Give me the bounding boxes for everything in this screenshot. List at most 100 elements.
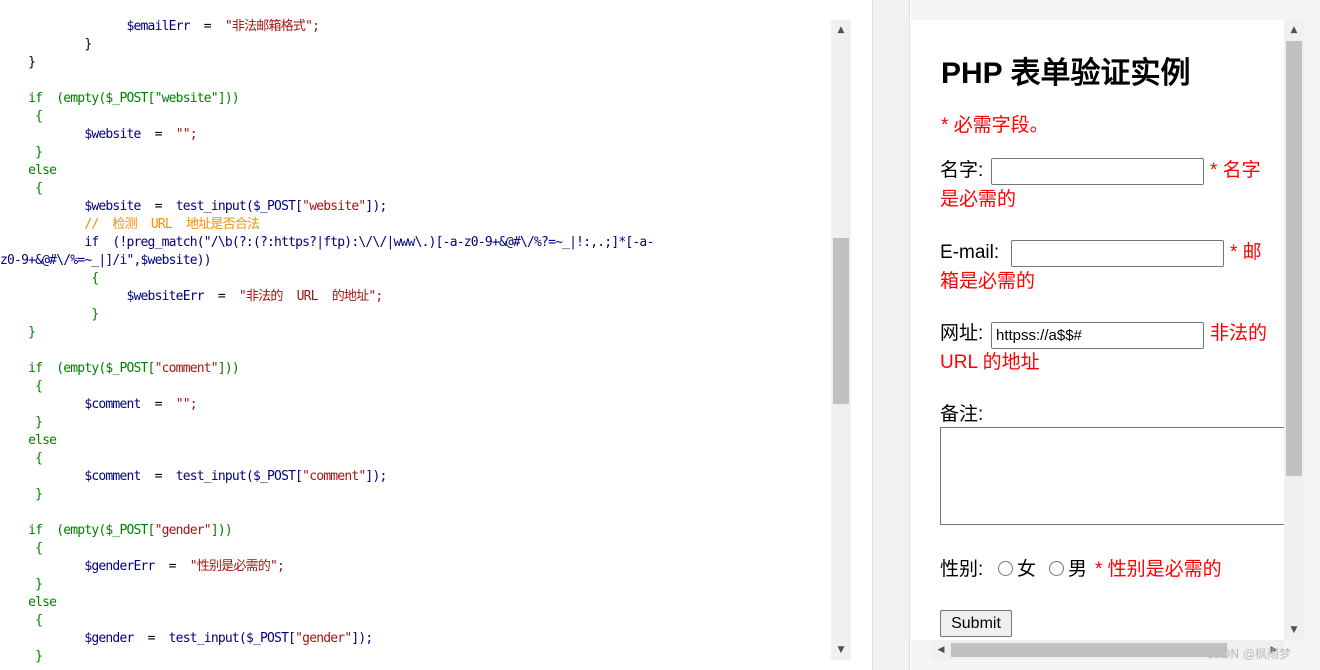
- code-token: =: [140, 199, 176, 214]
- code-token: =: [140, 397, 176, 412]
- scrollbar-thumb[interactable]: [833, 238, 849, 404]
- code-token: {: [0, 613, 43, 628]
- submit-button[interactable]: Submit: [940, 610, 1012, 637]
- code-line: {: [0, 540, 43, 558]
- name-error-wrap: 是必需的: [940, 189, 1017, 210]
- code-token: ])): [210, 523, 233, 538]
- website-error-wrap: URL 的地址: [940, 352, 1040, 373]
- code-line: if (empty($_POST["website"])): [0, 90, 240, 108]
- pane-divider[interactable]: [872, 0, 910, 670]
- code-token: {: [0, 451, 43, 466]
- code-token: if (empty($_POST[: [0, 523, 155, 538]
- code-token: else: [0, 595, 57, 610]
- code-token: $emailErr: [0, 19, 190, 34]
- code-token: "";: [175, 397, 198, 412]
- code-token: $websiteErr: [0, 289, 204, 304]
- code-token: // 检测 URL 地址是否合法: [0, 217, 260, 232]
- code-token: =: [133, 631, 169, 646]
- code-line: $genderErr = "性别是必需的";: [0, 558, 285, 576]
- code-token: ]);: [365, 469, 387, 484]
- code-token: $gender: [0, 631, 134, 646]
- email-label: E-mail:: [940, 242, 1000, 263]
- scrollbar-thumb[interactable]: [1286, 41, 1302, 476]
- code-line: $comment = test_input($_POST["comment"])…: [0, 468, 387, 486]
- code-line: $websiteErr = "非法的 URL 的地址";: [0, 288, 383, 306]
- code-line: }: [0, 414, 43, 432]
- required-fields-note: * 必需字段。: [941, 115, 1049, 136]
- comment-textarea[interactable]: [940, 427, 1284, 525]
- gender-male-label: 男: [1068, 559, 1088, 580]
- code-line: {: [0, 108, 43, 126]
- code-token: }: [0, 487, 43, 502]
- code-line: }: [0, 486, 43, 504]
- code-line: else: [0, 432, 57, 450]
- code-token: if (empty($_POST[: [0, 361, 155, 376]
- code-line: {: [0, 612, 43, 630]
- code-token: =: [203, 289, 239, 304]
- code-token: =: [154, 559, 190, 574]
- code-token: ]);: [365, 199, 387, 214]
- gender-error: * 性别是必需的: [1095, 559, 1222, 580]
- website-error: 非法的: [1210, 323, 1268, 344]
- code-line: if (!preg_match("/\b(?:(?:https?|ftp):\/…: [0, 234, 654, 252]
- gender-female-radio[interactable]: [998, 561, 1013, 576]
- code-line: $website = test_input($_POST["website"])…: [0, 198, 387, 216]
- code-token: "非法的 URL 的地址";: [238, 289, 383, 304]
- code-line: }: [0, 576, 43, 594]
- email-error-wrap: 箱是必需的: [940, 271, 1036, 292]
- gender-female-label: 女: [1017, 559, 1037, 580]
- code-token: }: [0, 415, 43, 430]
- code-token: $genderErr: [0, 559, 155, 574]
- code-token: =: [140, 469, 176, 484]
- code-line: }: [0, 648, 43, 666]
- comment-label: 备注:: [940, 404, 984, 425]
- code-token: }: [0, 307, 99, 322]
- code-line: $comment = "";: [0, 396, 197, 414]
- code-token: $comment: [0, 469, 141, 484]
- code-line: else: [0, 594, 57, 612]
- name-error: * 名字: [1210, 160, 1261, 181]
- code-editor-pane[interactable]: $emailErr = "非法邮箱格式"; } } if (empty($_PO…: [0, 0, 852, 670]
- gender-label: 性别:: [940, 559, 984, 580]
- code-line: // 检测 URL 地址是否合法: [0, 216, 260, 234]
- code-line: }: [0, 54, 36, 72]
- code-token: }: [0, 649, 43, 664]
- browser-preview-pane: PHP 表单验证实例 * 必需字段。 名字: * 名字 是必需的 E-mail:…: [911, 0, 1320, 670]
- code-line: $gender = test_input($_POST["gender"]);: [0, 630, 373, 648]
- code-line: {: [0, 378, 43, 396]
- code-line: }: [0, 306, 99, 324]
- code-line: }: [0, 36, 92, 54]
- scrollbar-thumb[interactable]: [951, 643, 1227, 657]
- gender-male-radio[interactable]: [1049, 561, 1064, 576]
- code-token: $website: [0, 199, 141, 214]
- website-input[interactable]: httpss://a$$#: [991, 322, 1204, 349]
- email-input[interactable]: [1011, 240, 1224, 267]
- code-token: "gender": [154, 523, 212, 538]
- name-label: 名字:: [940, 160, 984, 181]
- code-token: }: [0, 325, 36, 340]
- code-token: }: [0, 145, 43, 160]
- code-line: {: [0, 270, 99, 288]
- website-label: 网址:: [940, 323, 984, 344]
- code-line: $website = "";: [0, 126, 197, 144]
- name-input[interactable]: [991, 158, 1204, 185]
- code-line: z0-9+&@#\/%=~_|]/i",$website)): [0, 252, 212, 270]
- watermark: CSDN @枫雨梦: [1205, 647, 1292, 661]
- scroll-down-arrow-icon[interactable]: ▼: [1284, 620, 1304, 640]
- scroll-up-arrow-icon[interactable]: ▲: [831, 20, 851, 40]
- browser-vertical-scrollbar[interactable]: ▲ ▼: [1284, 20, 1304, 640]
- code-line: $emailErr = "非法邮箱格式";: [0, 18, 319, 36]
- code-token: "comment": [154, 361, 219, 376]
- code-token: {: [0, 271, 99, 286]
- code-token: ]);: [351, 631, 373, 646]
- code-token: "性别是必需的";: [189, 559, 285, 574]
- scroll-up-arrow-icon[interactable]: ▲: [1284, 20, 1304, 40]
- code-token: }: [0, 55, 36, 70]
- scroll-left-arrow-icon[interactable]: ◀: [931, 640, 951, 660]
- code-token: test_input($_POST[: [168, 631, 296, 646]
- code-token: {: [0, 379, 43, 394]
- code-token: z0-9+&@#\/%=~_|]/i",$website)): [0, 253, 212, 268]
- code-vertical-scrollbar[interactable]: ▲ ▼: [831, 20, 851, 660]
- code-line: if (empty($_POST["comment"])): [0, 360, 240, 378]
- scroll-down-arrow-icon[interactable]: ▼: [831, 640, 851, 660]
